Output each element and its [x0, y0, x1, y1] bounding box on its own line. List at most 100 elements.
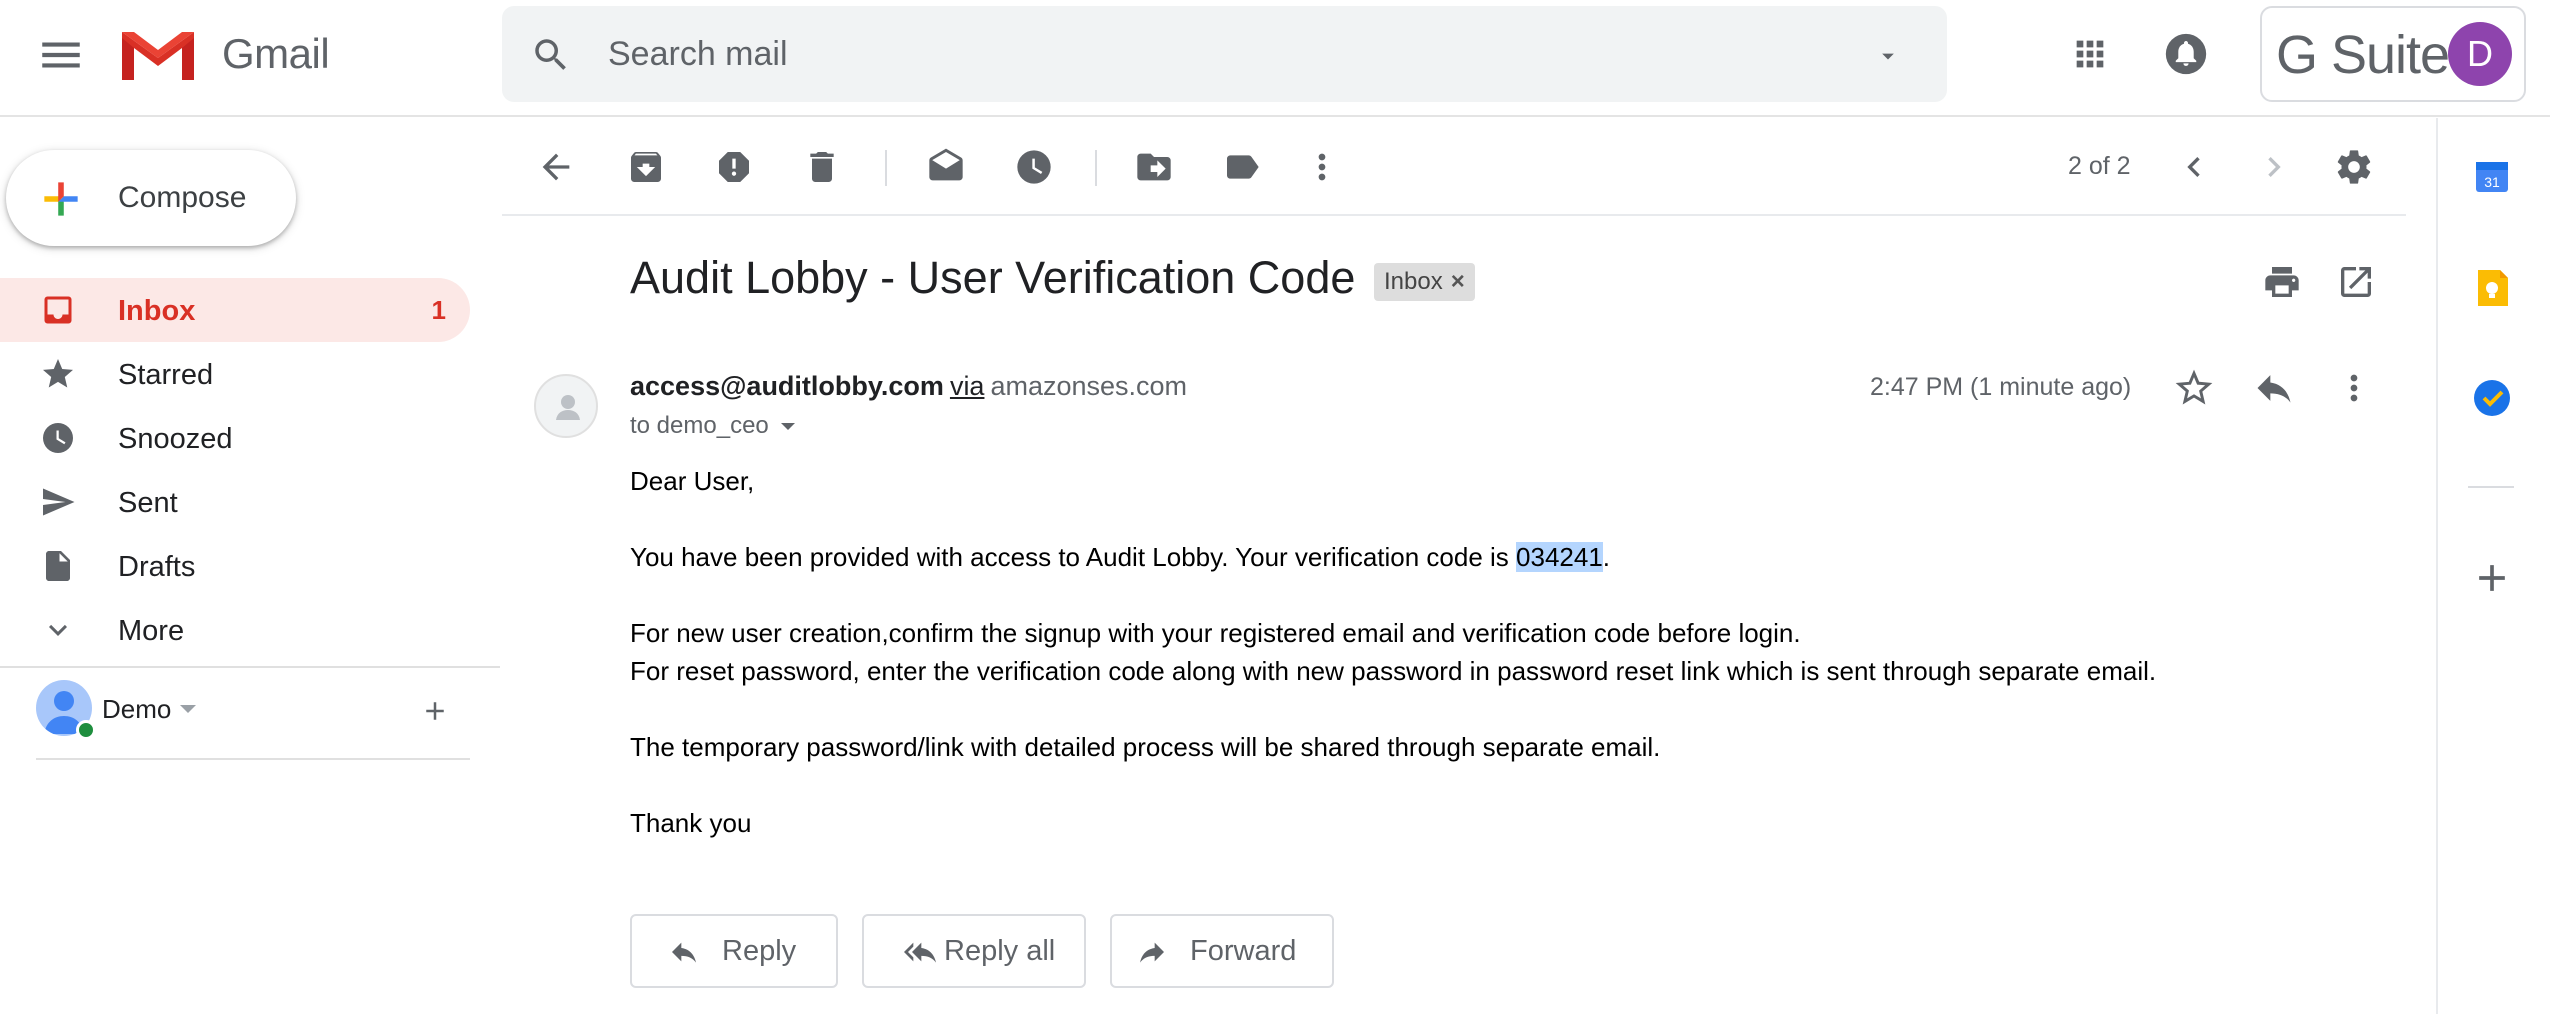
sender-avatar[interactable] — [534, 374, 598, 438]
reply-all-button[interactable]: Reply all — [862, 914, 1086, 988]
recipient-line[interactable]: to demo_ceo — [630, 412, 797, 440]
top-header: Gmail G Suite D — [0, 0, 2550, 117]
snooze-clock-icon[interactable] — [1014, 147, 1054, 187]
gmail-logo[interactable] — [118, 24, 198, 84]
compose-label: Compose — [118, 181, 247, 214]
unread-count-badge: 1 — [431, 295, 446, 325]
open-in-new-window-icon[interactable] — [2336, 262, 2376, 302]
delete-trash-icon[interactable] — [802, 147, 842, 187]
sidebar-item-label: Starred — [118, 359, 214, 391]
sidebar-divider — [36, 758, 470, 760]
message-timestamp: 2:47 PM (1 minute ago) — [1870, 373, 2132, 401]
reply-all-label: Reply all — [944, 935, 1056, 967]
inbox-label-chip[interactable]: Inbox × — [1374, 263, 1475, 301]
label-tag-icon[interactable] — [1222, 147, 1262, 187]
sidebar-item-inbox[interactable]: Inbox 1 — [0, 278, 470, 342]
compose-plus-icon — [36, 174, 86, 224]
side-panel: 31 — [2436, 118, 2550, 1014]
archive-icon[interactable] — [626, 147, 666, 187]
sidebar-item-label: Drafts — [118, 551, 196, 583]
sidebar-item-label: Inbox — [118, 295, 196, 327]
clock-icon — [40, 420, 76, 456]
add-contact-plus-icon[interactable] — [420, 696, 450, 726]
sidebar-item-snoozed[interactable]: Snoozed — [0, 406, 470, 470]
sidebar-item-starred[interactable]: Starred — [0, 342, 470, 406]
sidebar-item-label: Snoozed — [118, 423, 233, 455]
reply-button[interactable]: Reply — [630, 914, 838, 988]
search-icon[interactable] — [530, 34, 572, 76]
toolbar-separator — [1095, 150, 1097, 186]
side-panel-divider — [2468, 486, 2514, 488]
calendar-icon[interactable]: 31 — [2470, 154, 2514, 198]
verification-code: 034241 — [1516, 542, 1603, 572]
body-temporary-password-line: The temporary password/link with detaile… — [630, 732, 1661, 762]
newer-chevron-left-icon[interactable] — [2174, 147, 2214, 187]
message-more-vertical-icon[interactable] — [2334, 366, 2374, 410]
sidebar-divider — [0, 666, 500, 668]
reply-label: Reply — [722, 935, 797, 967]
message-subject: Audit Lobby - User Verification Code — [630, 252, 1356, 303]
inbox-icon — [40, 292, 76, 328]
keep-notes-icon[interactable] — [2470, 266, 2514, 310]
remove-label-close-icon[interactable]: × — [1451, 268, 1465, 295]
sidebar-item-sent[interactable]: Sent — [0, 470, 470, 534]
sidebar-item-drafts[interactable]: Drafts — [0, 534, 470, 598]
star-outline-icon[interactable] — [2172, 366, 2216, 410]
chip-label: Inbox — [1384, 268, 1443, 295]
app-name: Gmail — [222, 30, 330, 77]
recipient-text: to demo_ceo — [630, 412, 769, 439]
back-arrow-icon[interactable] — [536, 147, 576, 187]
search-bar[interactable] — [502, 6, 1947, 102]
body-new-user-line: For new user creation,confirm the signup… — [630, 618, 1801, 648]
reply-arrow-icon[interactable] — [2252, 366, 2296, 410]
message-toolbar: 2 of 2 — [502, 118, 2406, 216]
hangouts-user-row[interactable]: Demo — [36, 680, 472, 762]
sidebar-item-more[interactable]: More — [0, 598, 470, 662]
caret-down-icon[interactable] — [178, 702, 198, 716]
toolbar-separator — [885, 150, 887, 186]
body-greeting: Dear User, — [630, 466, 755, 496]
draft-icon — [40, 548, 76, 584]
chevron-down-icon — [40, 612, 76, 648]
sidebar-item-label: Sent — [118, 487, 178, 519]
print-icon[interactable] — [2262, 262, 2302, 302]
main-menu-icon[interactable] — [36, 30, 86, 80]
report-spam-icon[interactable] — [714, 147, 754, 187]
forward-button[interactable]: Forward — [1110, 914, 1334, 988]
hangouts-user-name: Demo — [102, 694, 172, 724]
sender-line: access@auditlobby.com via amazonses.com — [630, 371, 1187, 402]
body-text: You have been provided with access to Au… — [630, 542, 1517, 572]
reply-all-icon — [904, 942, 936, 963]
notifications-bell-icon[interactable] — [2164, 32, 2208, 76]
via-link[interactable]: via — [950, 371, 985, 401]
sender-email[interactable]: access@auditlobby.com — [630, 371, 944, 401]
reply-icon — [672, 942, 696, 963]
search-input[interactable] — [608, 6, 1808, 102]
via-domain: amazonses.com — [990, 371, 1188, 401]
body-verification-line: You have been provided with access to Au… — [630, 542, 1610, 573]
settings-gear-icon[interactable] — [2334, 147, 2374, 187]
gsuite-account-badge[interactable]: G Suite D — [2260, 6, 2526, 102]
compose-button[interactable]: Compose — [6, 150, 296, 246]
online-status-dot — [76, 720, 96, 740]
account-avatar[interactable]: D — [2448, 22, 2512, 86]
send-icon — [40, 484, 76, 520]
body-text: . — [1602, 542, 1611, 572]
forward-label: Forward — [1190, 935, 1297, 967]
older-chevron-right-icon[interactable] — [2254, 147, 2294, 187]
star-icon — [40, 356, 76, 392]
recipient-details-caret-icon[interactable] — [779, 421, 797, 433]
gsuite-label: G Suite — [2276, 25, 2450, 85]
more-vertical-icon[interactable] — [1302, 147, 1342, 187]
body-reset-password-line: For reset password, enter the verificati… — [630, 656, 2157, 686]
tasks-icon[interactable] — [2470, 376, 2514, 420]
move-to-icon[interactable] — [1134, 147, 1174, 187]
google-apps-icon[interactable] — [2070, 34, 2110, 74]
add-addon-plus-icon[interactable] — [2470, 556, 2514, 600]
mark-unread-icon[interactable] — [926, 147, 966, 187]
search-options-caret-icon[interactable] — [1874, 42, 1902, 70]
body-closing: Thank you — [630, 808, 752, 838]
sidebar-nav: Inbox 1 Starred Snoozed Sent Drafts More — [0, 278, 470, 662]
pagination-count: 2 of 2 — [2068, 152, 2131, 180]
sidebar-item-label: More — [118, 615, 185, 647]
